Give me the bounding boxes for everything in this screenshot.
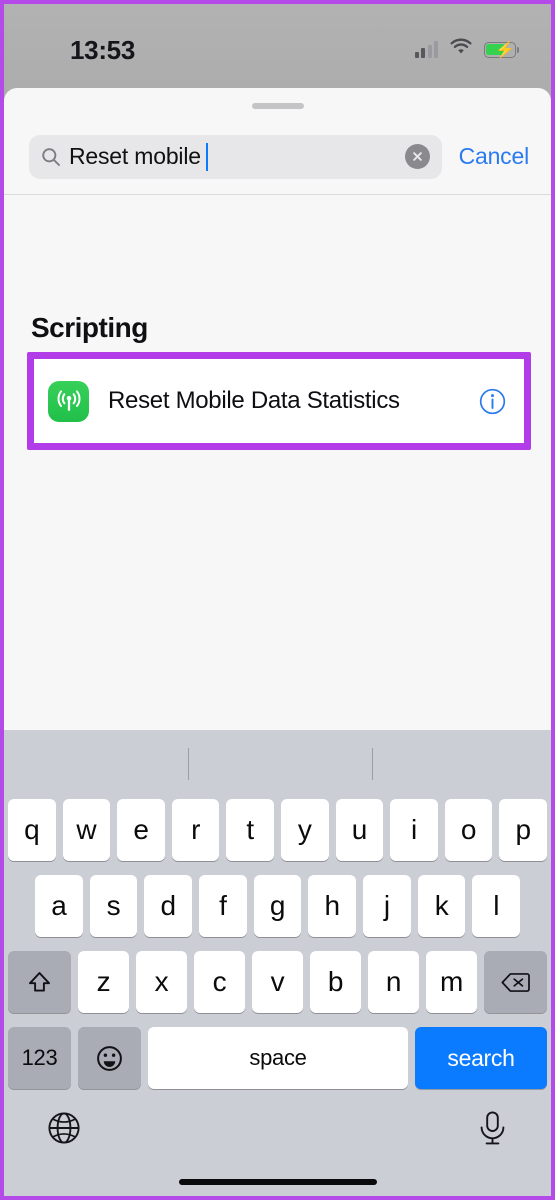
keyboard-row-3: z x c v b n m (4, 951, 551, 1013)
key-q[interactable]: q (8, 799, 56, 861)
info-circle-icon[interactable] (479, 388, 506, 415)
key-b[interactable]: b (310, 951, 361, 1013)
key-j[interactable]: j (363, 875, 411, 937)
key-l[interactable]: l (472, 875, 521, 937)
keyboard-row-2: a s d f g h j k l (4, 875, 551, 937)
search-sheet: Reset mobile Cancel Scripting Reset Mobi… (4, 88, 551, 1196)
section-header-scripting: Scripting (31, 312, 148, 343)
status-bar-indicators: ⚡ (414, 38, 520, 61)
predictive-divider (372, 748, 373, 780)
wifi-icon (449, 38, 473, 61)
backspace-delete-icon[interactable] (484, 951, 547, 1013)
status-bar-time: 13:53 (70, 35, 135, 65)
key-e[interactable]: e (117, 799, 165, 861)
key-m[interactable]: m (426, 951, 477, 1013)
list-item-label: Reset Mobile Data Statistics (108, 387, 400, 414)
status-bar: 13:53 ⚡ (4, 4, 551, 88)
sheet-grabber[interactable] (251, 103, 304, 109)
search-bar-divider (4, 194, 551, 195)
search-icon (41, 147, 61, 167)
key-g[interactable]: g (253, 875, 302, 937)
cellular-bars-icon (414, 41, 438, 58)
key-i[interactable]: i (390, 799, 438, 861)
search-value-container: Reset mobile (69, 142, 399, 171)
key-a[interactable]: a (35, 875, 83, 937)
list-item[interactable]: Reset Mobile Data Statistics (34, 359, 524, 443)
space-key[interactable]: space (148, 1027, 408, 1089)
key-v[interactable]: v (252, 951, 303, 1013)
key-h[interactable]: h (308, 875, 357, 937)
keyboard-row-1: q w e r t y u i o p (4, 799, 551, 861)
key-s[interactable]: s (89, 875, 138, 937)
search-input[interactable]: Reset mobile (29, 134, 442, 179)
iphone-screen: 13:53 ⚡ Reset mobile Cancel Scripting Re… (0, 0, 555, 1200)
key-c[interactable]: c (194, 951, 245, 1013)
key-y[interactable]: y (280, 799, 329, 861)
key-n[interactable]: n (368, 951, 419, 1013)
search-bar: Reset mobile Cancel (4, 119, 551, 194)
emoji-smiley-icon[interactable] (78, 1027, 141, 1089)
numbers-key[interactable]: 123 (8, 1027, 71, 1089)
key-z[interactable]: z (78, 951, 129, 1013)
key-d[interactable]: d (144, 875, 193, 937)
cancel-button[interactable]: Cancel (459, 143, 530, 170)
clear-circle-x-icon (412, 152, 422, 161)
key-f[interactable]: f (199, 875, 247, 937)
key-p[interactable]: p (499, 799, 547, 861)
shift-arrow-icon[interactable] (8, 951, 71, 1013)
globe-language-icon[interactable] (46, 1110, 82, 1146)
text-caret (205, 142, 209, 171)
key-r[interactable]: r (171, 799, 220, 861)
search-return-key[interactable]: search (415, 1027, 547, 1089)
key-u[interactable]: u (335, 799, 384, 861)
key-o[interactable]: o (444, 799, 493, 861)
broadcast-antenna-icon (48, 380, 89, 422)
keyboard-row-4: 123 space search (4, 1027, 551, 1089)
key-k[interactable]: k (417, 875, 466, 937)
key-w[interactable]: w (62, 799, 111, 861)
key-x[interactable]: x (136, 951, 187, 1013)
keyboard-bottom-bar (4, 1096, 551, 1196)
predictive-text-bar[interactable] (4, 730, 551, 795)
result-highlight-frame: Reset Mobile Data Statistics (27, 352, 531, 450)
on-screen-keyboard: q w e r t y u i o p a s d f g h j k l z … (4, 730, 551, 1196)
battery-charging-icon: ⚡ (484, 41, 520, 59)
search-input-value: Reset mobile (69, 143, 201, 169)
key-t[interactable]: t (226, 799, 274, 861)
clear-search-button[interactable] (404, 144, 430, 169)
predictive-divider (188, 748, 189, 780)
microphone-dictation-icon[interactable] (476, 1110, 509, 1146)
home-indicator (178, 1179, 377, 1185)
